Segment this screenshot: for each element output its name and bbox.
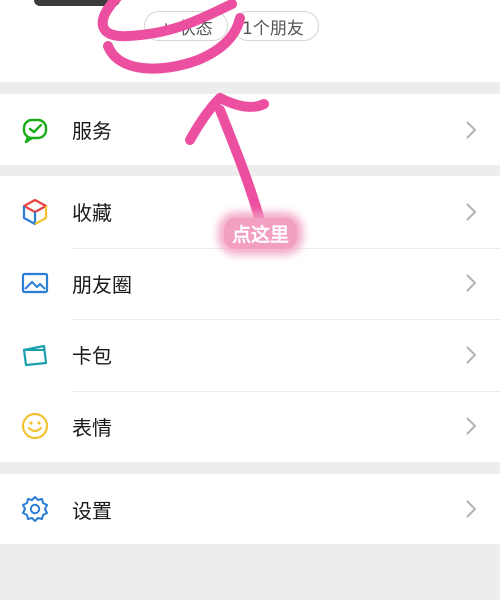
- menu-item-label: 表情: [72, 415, 112, 440]
- menu-item-settings[interactable]: 设置: [0, 474, 500, 544]
- image-icon: [20, 268, 50, 298]
- menu-group-settings: 设置: [0, 474, 500, 544]
- card-icon: [20, 340, 50, 370]
- profile-header: + 状态 1个朋友: [0, 0, 500, 82]
- chevron-right-icon: [466, 120, 477, 139]
- chevron-right-icon: [466, 203, 477, 221]
- annotation-label: 点这里: [224, 218, 298, 249]
- menu-item-services[interactable]: 服务: [0, 94, 500, 165]
- me-page: + 状态 1个朋友 服务 收藏 朋友圈 卡包 表情 设置 点这里: [0, 0, 500, 600]
- chevron-right-icon: [466, 346, 477, 364]
- menu-item-label: 设置: [72, 498, 112, 523]
- menu-item-label: 朋友圈: [72, 272, 132, 297]
- status-button[interactable]: + 状态: [144, 11, 228, 41]
- chevron-right-icon: [466, 274, 477, 292]
- menu-item-stickers[interactable]: 表情: [0, 390, 500, 463]
- menu-group-services: 服务: [0, 94, 500, 165]
- menu-item-label: 卡包: [72, 344, 112, 369]
- menu-item-cards[interactable]: 卡包: [0, 319, 500, 391]
- gear-icon: [20, 494, 50, 524]
- menu-item-label: 收藏: [72, 201, 112, 226]
- avatar[interactable]: [34, 0, 120, 6]
- chevron-right-icon: [466, 500, 477, 518]
- menu-item-moments[interactable]: 朋友圈: [0, 247, 500, 320]
- status-button-label: + 状态: [159, 18, 213, 39]
- friends-status-button[interactable]: 1个朋友: [233, 11, 319, 41]
- cube-icon: [20, 197, 50, 227]
- friends-status-label: 1个朋友: [242, 18, 304, 39]
- smiley-icon: [20, 411, 50, 441]
- menu-item-label: 服务: [72, 119, 112, 143]
- chevron-right-icon: [466, 417, 477, 435]
- wechat-pay-icon: [20, 115, 50, 145]
